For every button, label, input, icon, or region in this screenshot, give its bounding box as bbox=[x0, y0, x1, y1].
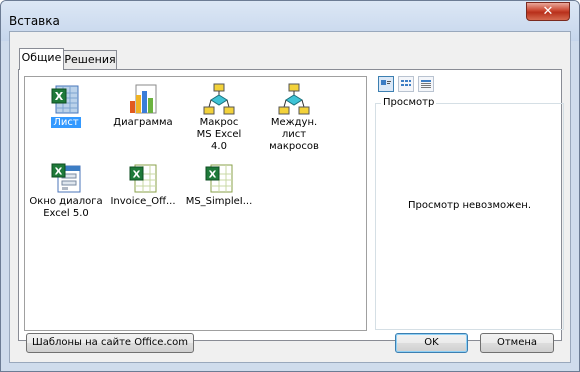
cancel-button[interactable]: Отмена bbox=[480, 333, 554, 353]
dialog-title: Вставка bbox=[9, 14, 60, 28]
list-icon bbox=[401, 80, 411, 86]
macro-sheet-icon bbox=[203, 83, 235, 115]
templates-online-button[interactable]: Шаблоны на сайте Office.com bbox=[26, 333, 194, 353]
large-icons-view-button[interactable] bbox=[378, 76, 394, 92]
close-icon: ✕ bbox=[542, 4, 554, 19]
item-label: Invoice_Off... bbox=[110, 196, 176, 207]
tab-general[interactable]: Общие bbox=[19, 48, 64, 70]
dialog-sheet-icon: X bbox=[50, 162, 82, 194]
item-label: Макрос MS Excel 4.0 bbox=[196, 117, 242, 152]
excel-worksheet-icon: X bbox=[50, 83, 82, 115]
item-label: MS_SimpleI... bbox=[185, 196, 253, 207]
ok-button[interactable]: OK bbox=[395, 333, 468, 353]
excel-template-icon: X bbox=[203, 162, 235, 194]
large-icons-icon bbox=[381, 80, 391, 85]
details-view-button[interactable] bbox=[418, 76, 434, 92]
international-macro-sheet-icon bbox=[278, 83, 310, 115]
list-view-button[interactable] bbox=[398, 76, 414, 92]
preview-legend: Просмотр bbox=[381, 97, 437, 108]
details-icon bbox=[421, 80, 431, 88]
close-button[interactable]: ✕ bbox=[526, 2, 570, 21]
svg-text:X: X bbox=[209, 170, 217, 181]
svg-text:X: X bbox=[133, 170, 141, 181]
chart-sheet-icon bbox=[127, 83, 159, 115]
sheet-type-list[interactable]: X Лист Диаграмма Макрос MS Excel 4.0 Меж… bbox=[24, 76, 367, 331]
svg-text:X: X bbox=[55, 167, 63, 178]
excel-template-icon: X bbox=[127, 162, 159, 194]
item-label: Междун. лист макросов bbox=[269, 117, 319, 152]
svg-text:X: X bbox=[55, 90, 64, 103]
dialog-client-area: Общие Решения X Лист Диаграмма Макрос MS… bbox=[9, 31, 571, 363]
tab-solutions[interactable]: Решения bbox=[63, 50, 117, 70]
preview-message: Просмотр невозможен. bbox=[407, 200, 532, 211]
item-label: Окно диалога Excel 5.0 bbox=[29, 196, 103, 219]
item-label: Диаграмма bbox=[113, 117, 173, 128]
preview-group: Просмотр Просмотр невозможен. bbox=[375, 97, 564, 330]
tab-panel-general: X Лист Диаграмма Макрос MS Excel 4.0 Меж… bbox=[18, 69, 564, 341]
insert-dialog: Вставка ✕ Общие Решения X Лист Диаграмма… bbox=[0, 0, 580, 372]
item-label: Лист bbox=[51, 117, 81, 128]
